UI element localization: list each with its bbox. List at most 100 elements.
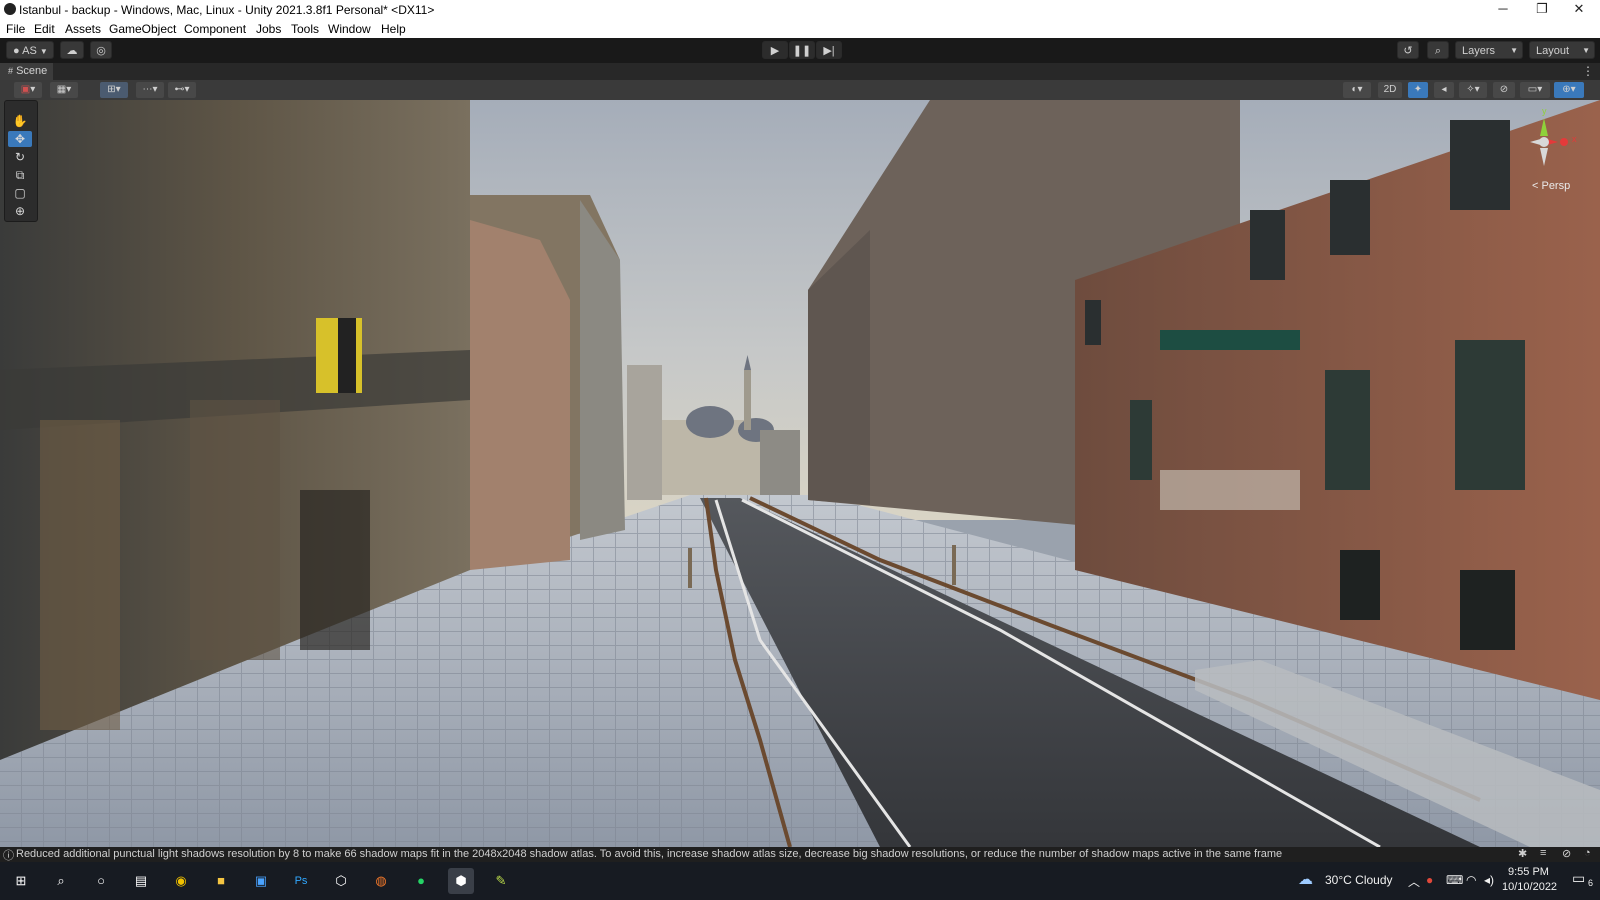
start-button[interactable]: ⊞ bbox=[8, 868, 34, 894]
layout-label: Layout bbox=[1536, 45, 1570, 57]
audio-toggle[interactable]: ◂ bbox=[1434, 82, 1454, 98]
tray-chevron-up-icon[interactable]: ︿ bbox=[1408, 873, 1420, 890]
taskbar-photoshop[interactable]: Ps bbox=[288, 868, 314, 894]
camera-icon: ▭ bbox=[1527, 84, 1538, 95]
whatsapp-icon: ● bbox=[417, 873, 425, 888]
move-tool[interactable]: ✥ bbox=[8, 131, 32, 147]
effects-dropdown[interactable]: ✧▾ bbox=[1459, 82, 1487, 98]
rotate-tool[interactable]: ↻ bbox=[8, 149, 32, 165]
menu-gameobject[interactable]: GameObject bbox=[109, 22, 176, 36]
menu-component[interactable]: Component bbox=[184, 22, 246, 36]
window-title: Istanbul - backup - Windows, Mac, Linux … bbox=[19, 3, 435, 17]
render-mode-dropdown[interactable]: ▦▾ bbox=[50, 82, 78, 98]
task-view-icon: ▤ bbox=[134, 873, 148, 888]
taskbar-unity-editor[interactable]: ⬢ bbox=[448, 868, 474, 894]
grid-icon: # bbox=[8, 66, 14, 76]
account-icon: ● bbox=[13, 45, 20, 57]
search-icon: ⌕ bbox=[57, 873, 65, 888]
step-button[interactable]: ▶| bbox=[816, 41, 842, 59]
collab-button[interactable]: ◎ bbox=[90, 41, 112, 59]
gizmos-dropdown[interactable]: ⊕▾ bbox=[1554, 82, 1584, 98]
close-button[interactable]: ✕ bbox=[1556, 0, 1600, 20]
notification-count: 6 bbox=[1588, 878, 1594, 888]
taskbar-chrome[interactable]: ◉ bbox=[168, 868, 194, 894]
projection-label[interactable]: < Persp bbox=[1532, 180, 1570, 192]
notification-center-icon[interactable]: ▭ bbox=[1572, 870, 1585, 887]
light-off-icon[interactable]: ⊘ bbox=[1562, 847, 1571, 860]
lighting-toggle[interactable]: ✦ bbox=[1408, 82, 1428, 98]
camera-dropdown[interactable]: ▭▾ bbox=[1520, 82, 1550, 98]
debug-icon[interactable]: ✱ bbox=[1518, 847, 1527, 860]
title-bar: Istanbul - backup - Windows, Mac, Linux … bbox=[0, 0, 1600, 20]
scene-viewport[interactable] bbox=[0, 100, 1600, 847]
rect-tool[interactable]: ▢ bbox=[8, 185, 32, 201]
cortana-button[interactable]: ○ bbox=[88, 868, 114, 894]
pause-icon: ❚❚ bbox=[792, 45, 812, 57]
cache-icon[interactable]: ≡ bbox=[1540, 847, 1546, 859]
tab-scene[interactable]: # Scene bbox=[0, 63, 54, 80]
step-icon: ▶| bbox=[823, 45, 835, 57]
more-options-icon[interactable]: ⋮ bbox=[1582, 64, 1594, 78]
menu-jobs[interactable]: Jobs bbox=[256, 22, 281, 36]
account-dropdown[interactable]: ● AS ▼ bbox=[6, 41, 54, 59]
lightbulb-icon: ✦ bbox=[1413, 84, 1423, 95]
clock-date[interactable]: 10/10/2022 bbox=[1502, 881, 1557, 893]
scale-tool[interactable]: ⧉ bbox=[8, 167, 32, 183]
taskbar-whatsapp[interactable]: ● bbox=[408, 868, 434, 894]
paint-icon: ✎ bbox=[495, 873, 507, 888]
menu-file[interactable]: File bbox=[6, 22, 25, 36]
taskbar-file-explorer[interactable]: ■ bbox=[208, 868, 234, 894]
weather-label[interactable]: 30°C Cloudy bbox=[1325, 873, 1393, 887]
pause-button[interactable]: ❚❚ bbox=[789, 41, 815, 59]
orientation-gizmo[interactable]: y x < Persp bbox=[1514, 106, 1588, 198]
snap-icon: ⊞ bbox=[107, 84, 116, 95]
blender-icon: ◍ bbox=[375, 873, 387, 888]
unity-hub-icon: ⬡ bbox=[335, 873, 347, 888]
chrome-icon: ◉ bbox=[175, 873, 187, 888]
status-bar: ⓘ Reduced additional punctual light shad… bbox=[0, 847, 1600, 862]
taskbar-paint[interactable]: ✎ bbox=[488, 868, 514, 894]
visibility-toggle[interactable]: ⊘ bbox=[1493, 82, 1515, 98]
layers-label: Layers bbox=[1462, 45, 1496, 57]
tray-app-icon[interactable]: ● bbox=[1426, 873, 1433, 887]
menu-tools[interactable]: Tools bbox=[291, 22, 319, 36]
collab-icon: ◎ bbox=[96, 45, 106, 57]
menu-assets[interactable]: Assets bbox=[65, 22, 101, 36]
snap-toggle-dropdown[interactable]: ⊞▾ bbox=[100, 82, 128, 98]
draw-mode-dropdown[interactable]: ▣▾ bbox=[14, 82, 42, 98]
photoshop-icon: Ps bbox=[294, 875, 308, 887]
search-button[interactable]: ⌕ bbox=[1427, 41, 1449, 59]
menu-edit[interactable]: Edit bbox=[34, 22, 55, 36]
task-view-button[interactable]: ▤ bbox=[128, 868, 154, 894]
tools-palette: ✋ ✥ ↻ ⧉ ▢ ⊕ bbox=[4, 100, 38, 222]
menu-help[interactable]: Help bbox=[381, 22, 406, 36]
taskbar-unity-hub[interactable]: ⬡ bbox=[328, 868, 354, 894]
keyboard-language-icon[interactable]: ⌨ bbox=[1446, 873, 1463, 887]
eye-off-icon: ⊘ bbox=[1499, 84, 1509, 95]
play-button[interactable]: ▶ bbox=[762, 41, 788, 59]
cube-icon: ▦ bbox=[56, 84, 67, 95]
progress-icon[interactable]: ◔ bbox=[1584, 847, 1591, 859]
hand-tool[interactable]: ✋ bbox=[8, 113, 32, 129]
transform-tool[interactable]: ⊕ bbox=[8, 203, 32, 219]
taskbar-blender[interactable]: ◍ bbox=[368, 868, 394, 894]
unity-icon: ⬢ bbox=[455, 873, 467, 888]
2d-toggle[interactable]: 2D bbox=[1378, 82, 1402, 98]
menu-window[interactable]: Window bbox=[328, 22, 371, 36]
undo-history-button[interactable]: ↺ bbox=[1397, 41, 1419, 59]
cloud-button[interactable]: ☁ bbox=[60, 41, 84, 59]
increment-snap-dropdown[interactable]: ⊷▾ bbox=[168, 82, 196, 98]
taskbar-search[interactable]: ⌕ bbox=[48, 868, 74, 894]
volume-icon[interactable]: ◂) bbox=[1484, 873, 1494, 887]
taskbar-store[interactable]: ▣ bbox=[248, 868, 274, 894]
grid-snap-dropdown[interactable]: ⋯▾ bbox=[136, 82, 164, 98]
scene-tab-bar: # Scene ⋮ bbox=[0, 63, 1600, 81]
history-icon: ↺ bbox=[1403, 45, 1413, 57]
menu-bar: File Edit Assets GameObject Component Jo… bbox=[0, 20, 1600, 39]
layers-dropdown[interactable]: Layers ▼ bbox=[1455, 41, 1523, 59]
shading-mode-dropdown[interactable]: ◐▾ bbox=[1343, 82, 1371, 98]
clock-time[interactable]: 9:55 PM bbox=[1508, 866, 1549, 878]
wifi-icon[interactable]: ◠ bbox=[1466, 873, 1476, 887]
console-status-message[interactable]: Reduced additional punctual light shadow… bbox=[16, 848, 1282, 860]
layout-dropdown[interactable]: Layout ▼ bbox=[1529, 41, 1595, 59]
